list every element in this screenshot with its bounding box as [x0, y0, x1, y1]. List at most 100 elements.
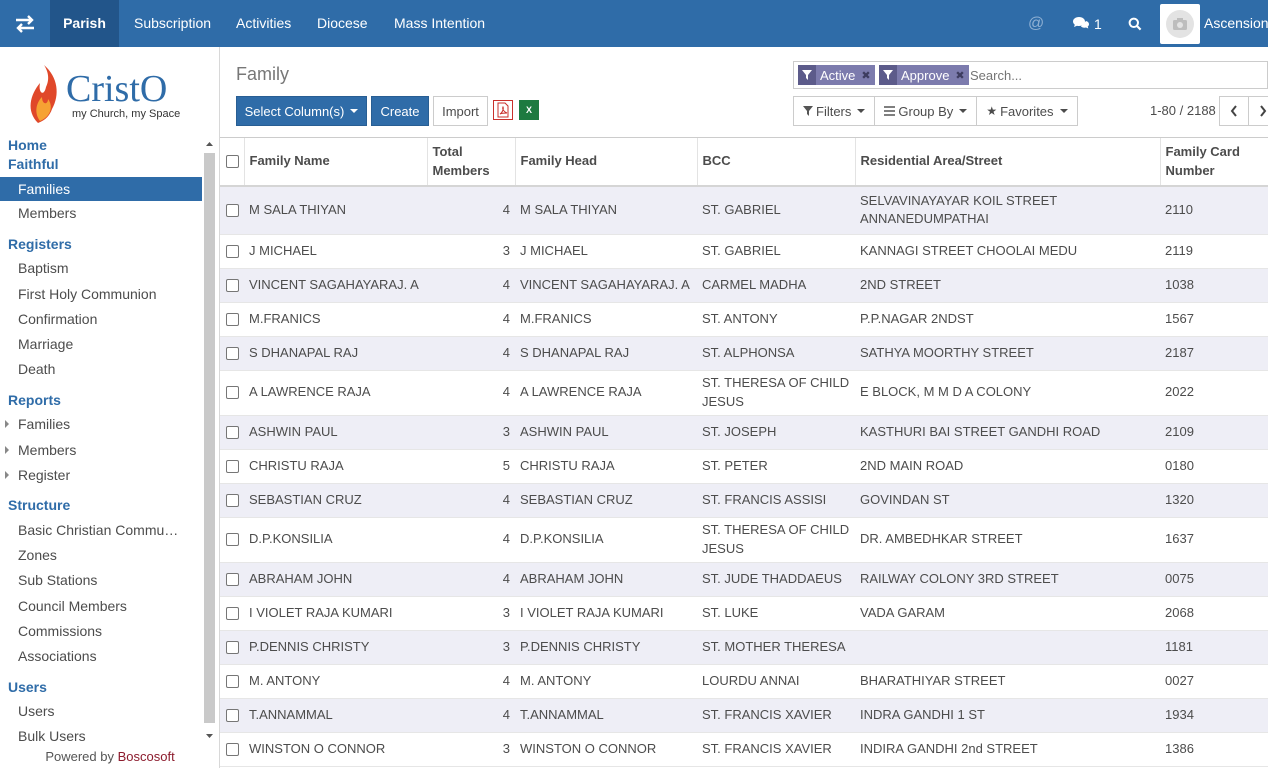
bcc-cell[interactable]: LOURDU ANNAI: [697, 664, 855, 699]
family-card-number-cell[interactable]: 1934: [1160, 698, 1268, 733]
family-card-number-cell[interactable]: 1567: [1160, 302, 1268, 337]
residential-area-cell[interactable]: 2ND STREET: [855, 268, 1160, 303]
nav-activities[interactable]: Activities: [236, 0, 291, 47]
family-card-number-cell[interactable]: 1181: [1160, 630, 1268, 665]
family-name-cell[interactable]: ABRAHAM JOHN: [244, 562, 427, 597]
total-members-cell[interactable]: 5: [427, 449, 515, 484]
pager-previous-button[interactable]: [1219, 96, 1249, 126]
cristo-logo[interactable]: CristO my Church, my Space: [24, 65, 196, 125]
family-head-cell[interactable]: M.FRANICS: [515, 302, 697, 337]
residential-area-cell[interactable]: [855, 630, 1160, 665]
column-family-card-number[interactable]: Family Card Number: [1160, 138, 1268, 187]
family-card-number-cell[interactable]: 0180: [1160, 449, 1268, 484]
row-checkbox[interactable]: [226, 312, 239, 326]
residential-area-cell[interactable]: SELVAVINAYAYAR KOIL STREET ANNANEDUMPATH…: [855, 186, 1160, 235]
total-members-cell[interactable]: 4: [427, 370, 515, 416]
family-head-cell[interactable]: CHRISTU RAJA: [515, 449, 697, 484]
sidebar-item-report-register[interactable]: Register: [18, 467, 70, 483]
family-name-cell[interactable]: M SALA THIYAN: [244, 186, 427, 235]
row-checkbox[interactable]: [226, 459, 239, 473]
family-card-number-cell[interactable]: 0075: [1160, 562, 1268, 597]
family-card-number-cell[interactable]: 2022: [1160, 370, 1268, 416]
sidebar-item-first-holy-communion[interactable]: First Holy Communion: [18, 286, 156, 302]
row-checkbox[interactable]: [226, 278, 239, 292]
pager-next-button[interactable]: [1248, 96, 1268, 126]
excel-export-icon[interactable]: X: [519, 100, 539, 120]
residential-area-cell[interactable]: E BLOCK, M M D A COLONY: [855, 370, 1160, 416]
residential-area-cell[interactable]: RAILWAY COLONY 3RD STREET: [855, 562, 1160, 597]
bcc-cell[interactable]: ST. ALPHONSA: [697, 336, 855, 371]
facet-active[interactable]: Active ✖: [798, 65, 875, 85]
family-head-cell[interactable]: SEBASTIAN CRUZ: [515, 483, 697, 518]
table-row[interactable]: P.DENNIS CHRISTY 3 P.DENNIS CHRISTY ST. MOT…: [220, 630, 1268, 665]
family-card-number-cell[interactable]: 1386: [1160, 732, 1268, 767]
bcc-cell[interactable]: ST. MOTHER THERESA: [697, 630, 855, 665]
sidebar-scrollbar[interactable]: [203, 139, 216, 749]
row-checkbox[interactable]: [226, 386, 239, 400]
bcc-cell[interactable]: ST. PETER: [697, 449, 855, 484]
total-members-cell[interactable]: 3: [427, 596, 515, 631]
total-members-cell[interactable]: 3: [427, 630, 515, 665]
expand-caret-icon[interactable]: [5, 446, 9, 454]
row-checkbox[interactable]: [226, 606, 239, 620]
pager-value[interactable]: 1-80 / 2188: [1150, 103, 1216, 118]
bcc-cell[interactable]: ST. GABRIEL: [697, 186, 855, 235]
table-row[interactable]: M SALA THIYAN 4 M SALA THIYAN ST. GABRIEL SE…: [220, 186, 1268, 235]
bcc-cell[interactable]: ST. FRANCIS XAVIER: [697, 732, 855, 767]
residential-area-cell[interactable]: 2ND MAIN ROAD: [855, 449, 1160, 484]
residential-area-cell[interactable]: DR. AMBEDHKAR STREET: [855, 517, 1160, 563]
row-checkbox[interactable]: [226, 425, 239, 439]
family-name-cell[interactable]: J MICHAEL: [244, 234, 427, 269]
scroll-up-icon[interactable]: [203, 139, 216, 149]
row-checkbox[interactable]: [226, 708, 239, 722]
family-head-cell[interactable]: D.P.KONSILIA: [515, 517, 697, 563]
column-family-name[interactable]: Family Name: [244, 138, 428, 187]
family-head-cell[interactable]: M. ANTONY: [515, 664, 697, 699]
row-checkbox[interactable]: [226, 533, 239, 547]
select-columns-button[interactable]: Select Column(s): [236, 96, 367, 126]
table-row[interactable]: J MICHAEL 3 J MICHAEL ST. GABRIEL KANNAGI ST…: [220, 234, 1268, 269]
remove-facet-icon[interactable]: ✖: [955, 69, 964, 82]
user-name[interactable]: Ascension: [1204, 0, 1268, 47]
bcc-cell[interactable]: ST. LUKE: [697, 596, 855, 631]
table-row[interactable]: A LAWRENCE RAJA 4 A LAWRENCE RAJA ST. THERE…: [220, 370, 1268, 416]
family-card-number-cell[interactable]: 2068: [1160, 596, 1268, 631]
residential-area-cell[interactable]: BHARATHIYAR STREET: [855, 664, 1160, 699]
search-icon[interactable]: [1128, 0, 1142, 47]
sidebar-item-confirmation[interactable]: Confirmation: [18, 311, 97, 327]
table-row[interactable]: D.P.KONSILIA 4 D.P.KONSILIA ST. THERESA OF …: [220, 517, 1268, 563]
favorites-button[interactable]: ★ Favorites: [976, 96, 1078, 126]
family-card-number-cell[interactable]: 2109: [1160, 415, 1268, 450]
family-name-cell[interactable]: S DHANAPAL RAJ: [244, 336, 427, 371]
import-button[interactable]: Import: [433, 96, 488, 126]
table-row[interactable]: S DHANAPAL RAJ 4 S DHANAPAL RAJ ST. ALPHONS…: [220, 336, 1268, 371]
table-row[interactable]: ASHWIN PAUL 3 ASHWIN PAUL ST. JOSEPH KASTHUR…: [220, 415, 1268, 450]
total-members-cell[interactable]: 4: [427, 664, 515, 699]
sidebar-item-associations[interactable]: Associations: [18, 648, 97, 664]
pdf-export-icon[interactable]: [493, 100, 513, 120]
residential-area-cell[interactable]: INDRA GANDHI 1 ST: [855, 698, 1160, 733]
bcc-cell[interactable]: ST. ANTONY: [697, 302, 855, 337]
column-family-head[interactable]: Family Head: [515, 138, 698, 187]
family-head-cell[interactable]: VINCENT SAGAHAYARAJ. A: [515, 268, 697, 303]
total-members-cell[interactable]: 3: [427, 415, 515, 450]
column-bcc[interactable]: BCC: [697, 138, 856, 187]
residential-area-cell[interactable]: VADA GARAM: [855, 596, 1160, 631]
nav-mass-intention[interactable]: Mass Intention: [394, 0, 485, 47]
table-row[interactable]: VINCENT SAGAHAYARAJ. A 4 VINCENT SAGAHAYAR…: [220, 268, 1268, 303]
expand-caret-icon[interactable]: [5, 420, 9, 428]
family-head-cell[interactable]: ASHWIN PAUL: [515, 415, 697, 450]
bcc-cell[interactable]: CARMEL MADHA: [697, 268, 855, 303]
sidebar-item-bcc[interactable]: Basic Christian Commu…: [18, 522, 178, 538]
nav-parish[interactable]: Parish: [50, 0, 119, 47]
family-name-cell[interactable]: M.FRANICS: [244, 302, 427, 337]
family-name-cell[interactable]: VINCENT SAGAHAYARAJ. A: [244, 268, 427, 303]
family-name-cell[interactable]: I VIOLET RAJA KUMARI: [244, 596, 427, 631]
sidebar-item-members[interactable]: Members: [18, 205, 76, 221]
total-members-cell[interactable]: 3: [427, 732, 515, 767]
total-members-cell[interactable]: 4: [427, 698, 515, 733]
family-head-cell[interactable]: S DHANAPAL RAJ: [515, 336, 697, 371]
total-members-cell[interactable]: 4: [427, 186, 515, 235]
residential-area-cell[interactable]: KASTHURI BAI STREET GANDHI ROAD: [855, 415, 1160, 450]
expand-caret-icon[interactable]: [5, 471, 9, 479]
